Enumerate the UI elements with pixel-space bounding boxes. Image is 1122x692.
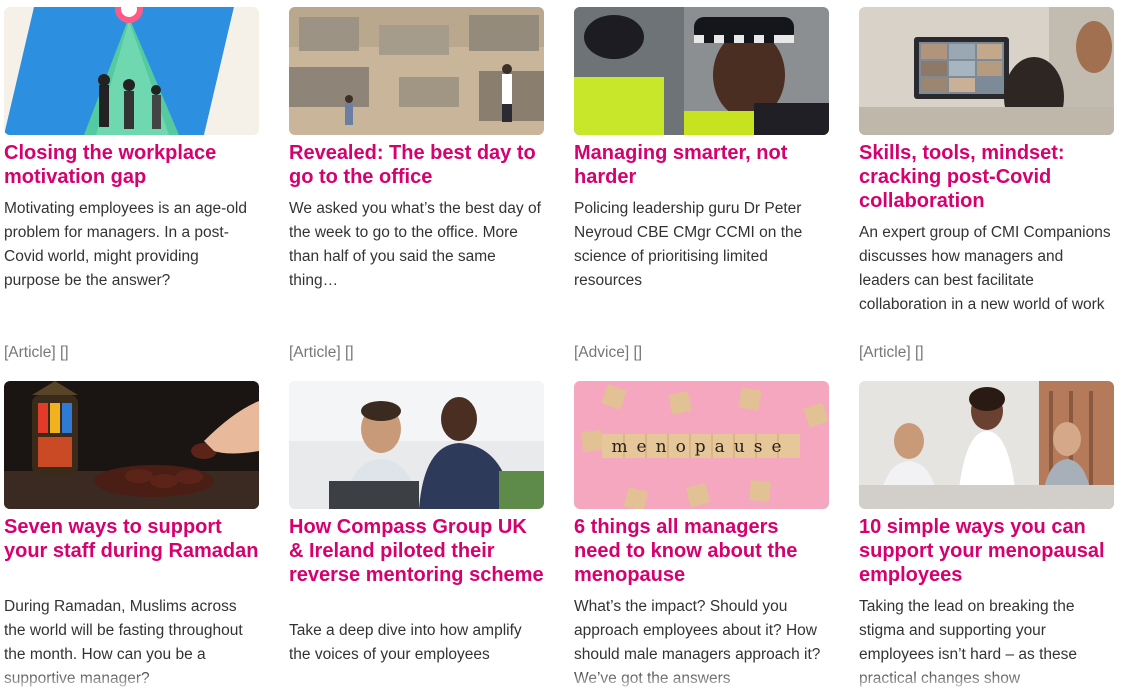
article-card[interactable]: Seven ways to support your staff during … [4, 381, 259, 692]
article-card[interactable]: How Compass Group UK & Ireland piloted t… [289, 381, 544, 692]
article-title[interactable]: Closing the workplace motivation gap [4, 141, 259, 189]
office-photo-icon[interactable] [289, 7, 544, 135]
article-card[interactable]: Skills, tools, mindset: cracking post-Co… [859, 7, 1114, 367]
article-title[interactable]: Managing smarter, not harder [574, 141, 829, 189]
article-description: Taking the lead on breaking the stigma a… [859, 598, 1077, 687]
article-type-tag: [Advice] [] [574, 343, 642, 363]
motivation-illustration-icon[interactable] [4, 7, 259, 135]
article-title[interactable]: 10 simple ways you can support your meno… [859, 515, 1114, 587]
article-type-label: [Article] [289, 344, 341, 361]
article-card[interactable]: Closing the workplace motivation gap Mot… [4, 7, 259, 367]
article-description: Take a deep dive into how amplify the vo… [289, 622, 522, 663]
ramadan-lantern-photo-icon[interactable] [4, 381, 259, 509]
article-description: What’s the impact? Should you approach e… [574, 598, 821, 687]
article-type-tag: [Article] [] [859, 343, 924, 363]
video-call-photo-icon[interactable] [859, 7, 1114, 135]
article-grid: Closing the workplace motivation gap Mot… [0, 0, 1122, 692]
article-extra-label: [] [345, 344, 354, 361]
menopause-blocks-photo-icon[interactable]: menopause [574, 381, 829, 509]
article-title[interactable]: Skills, tools, mindset: cracking post-Co… [859, 141, 1114, 213]
article-description: During Ramadan, Muslims across the world… [4, 598, 243, 687]
article-type-label: [Article] [4, 344, 56, 361]
team-meeting-photo-icon[interactable] [859, 381, 1114, 509]
article-type-tag: [Article] [] [4, 343, 69, 363]
police-officer-photo-icon[interactable] [574, 7, 829, 135]
article-extra-label: [] [633, 344, 643, 361]
article-type-label: [Advice] [574, 344, 630, 361]
article-description: Policing leadership guru Dr Peter Neyrou… [574, 200, 803, 289]
article-card[interactable]: menopause 6 things all managers need to … [574, 381, 829, 692]
article-card[interactable]: 10 simple ways you can support your meno… [859, 381, 1114, 692]
article-description: An expert group of CMI Companions discus… [859, 224, 1111, 313]
article-type-tag: [Article] [] [289, 343, 354, 363]
article-extra-label: [] [915, 344, 924, 361]
article-card[interactable]: Managing smarter, not harder Policing le… [574, 7, 829, 367]
article-title[interactable]: Seven ways to support your staff during … [4, 515, 259, 563]
article-card[interactable]: Revealed: The best day to go to the offi… [289, 7, 544, 367]
article-description: We asked you what’s the best day of the … [289, 200, 541, 289]
article-title[interactable]: How Compass Group UK & Ireland piloted t… [289, 515, 544, 587]
menopause-block-word: menopause [611, 437, 790, 457]
article-title[interactable]: 6 things all managers need to know about… [574, 515, 829, 587]
mentoring-photo-icon[interactable] [289, 381, 544, 509]
article-type-label: [Article] [859, 344, 911, 361]
article-title[interactable]: Revealed: The best day to go to the offi… [289, 141, 544, 189]
article-description: Motivating employees is an age-old probl… [4, 200, 247, 289]
article-extra-label: [] [60, 344, 69, 361]
